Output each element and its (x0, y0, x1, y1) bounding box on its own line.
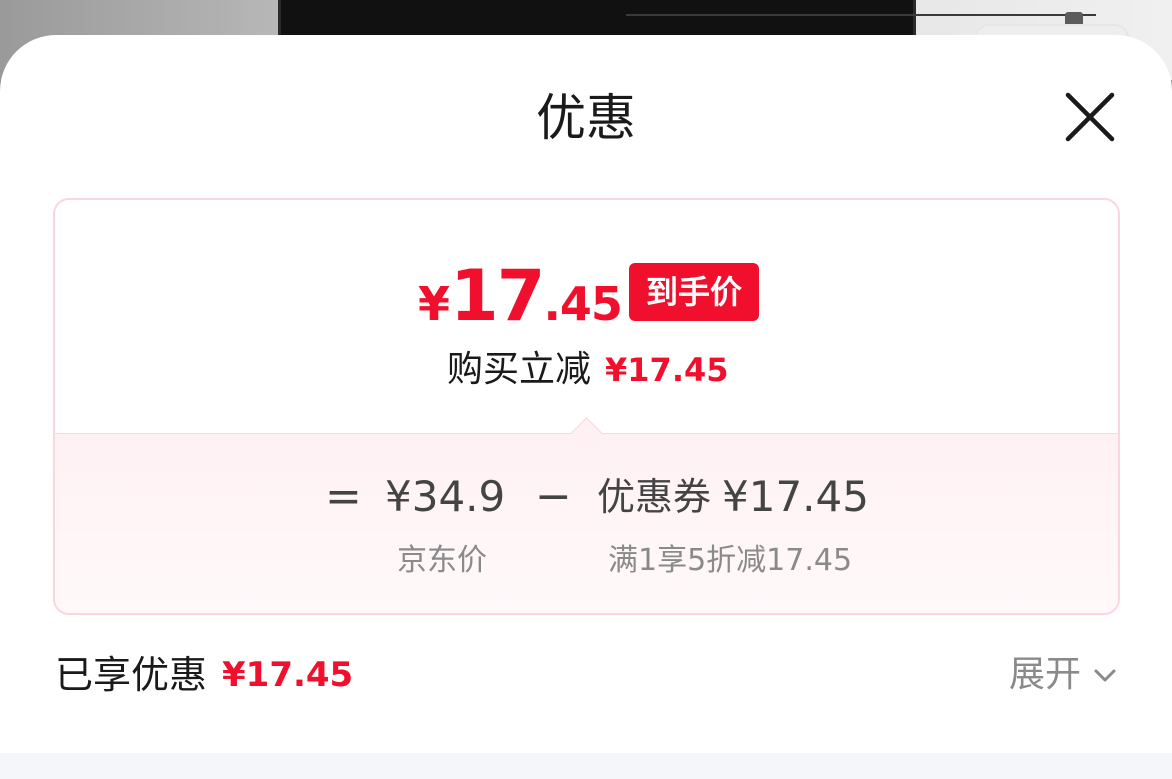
discount-bottom-sheet: 优惠 ¥17.45 到手价 购买立减 ¥17.45 = ¥34.9 − 优惠券 ¥… (0, 35, 1172, 779)
expand-label: 展开 (1008, 654, 1081, 695)
formula-minus: − (535, 471, 572, 522)
formula-equals: = (325, 471, 362, 522)
enjoyed-discount-amount: ¥17.45 (222, 655, 354, 695)
product-image-zipper (626, 14, 1096, 16)
close-button[interactable] (1058, 85, 1122, 149)
enjoyed-discount-label: 已享优惠 (55, 653, 208, 697)
final-price-badge: 到手价 (629, 263, 759, 321)
instant-reduction: 购买立减 ¥17.45 (447, 340, 729, 392)
final-price-symbol: ¥ (418, 277, 451, 331)
final-price-integer: 17 (450, 255, 545, 337)
instant-reduction-label: 购买立减 (447, 349, 592, 390)
final-price-decimal: .45 (543, 277, 622, 331)
instant-reduction-amount: ¥17.45 (605, 351, 729, 389)
sheet-title: 优惠 (536, 89, 636, 147)
final-price: ¥17.45 (418, 255, 623, 337)
enjoyed-discount-row: 已享优惠 ¥17.45 展开 (55, 647, 1119, 703)
price-breakdown-card: ¥17.45 到手价 购买立减 ¥17.45 = ¥34.9 − 优惠券 ¥17.… (53, 198, 1120, 615)
jd-price-caption: 京东价 (397, 543, 487, 578)
price-formula-captions: 京东价 满1享5折减17.45 (55, 541, 1118, 581)
coupon-caption: 满1享5折减17.45 (608, 543, 853, 578)
expand-button[interactable]: 展开 (1009, 647, 1119, 703)
price-formula: = ¥34.9 − 优惠券 ¥17.45 (55, 469, 1118, 529)
chevron-down-icon (1094, 669, 1116, 682)
sheet-footer-strip (0, 753, 1172, 779)
price-formula-panel: = ¥34.9 − 优惠券 ¥17.45 京东价 满1享5折减17.45 (55, 433, 1118, 613)
close-icon (1065, 92, 1115, 142)
coupon-label: 优惠券 (597, 475, 712, 519)
coupon-amount: ¥17.45 (722, 472, 869, 521)
jd-price: ¥34.9 (385, 472, 506, 521)
